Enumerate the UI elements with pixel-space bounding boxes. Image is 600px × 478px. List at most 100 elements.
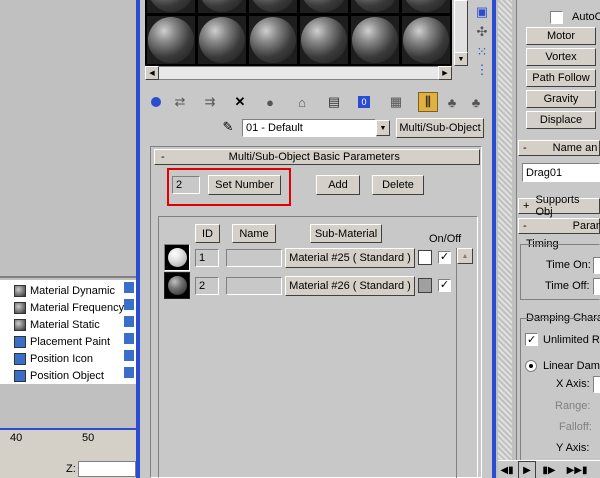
play-icon[interactable]: ▶ — [518, 461, 536, 478]
put-to-scene-icon[interactable]: ⇄ — [170, 92, 190, 112]
sample-slots[interactable] — [145, 0, 452, 66]
object-list[interactable]: Material Dynamic Material Frequency Mate… — [0, 280, 136, 384]
column-submaterial-header[interactable]: Sub-Material — [310, 224, 382, 243]
rollout-header[interactable]: - Multi/Sub-Object Basic Parameters — [154, 149, 480, 165]
add-button[interactable]: Add — [316, 175, 360, 195]
reset-icon[interactable]: ✕ — [230, 92, 250, 112]
video-check-icon[interactable]: ⋮ — [472, 60, 492, 80]
pick-material-icon[interactable]: ✎ — [218, 117, 238, 137]
auto-orient-label: AutoO — [572, 11, 600, 23]
backlight-icon[interactable]: ✣ — [472, 22, 492, 42]
sample-slot[interactable] — [146, 15, 196, 65]
column-name-header[interactable]: Name — [232, 224, 276, 243]
viewport[interactable] — [0, 0, 136, 278]
submaterial-preview[interactable] — [164, 244, 190, 271]
sphere-icon — [301, 0, 347, 12]
scroll-down-button[interactable]: ▼ — [454, 52, 468, 66]
make-unique-icon[interactable]: ⌂ — [292, 92, 312, 112]
supports-objects-rollout[interactable]: + Supports Obj — [518, 194, 600, 218]
parameters-rollout[interactable]: - Param — [518, 218, 600, 234]
next-frame-icon[interactable]: ▮▶ — [540, 461, 558, 478]
sample-slot[interactable] — [248, 15, 298, 65]
chevron-down-icon: ▼ — [379, 124, 387, 132]
list-item[interactable]: Material Frequency — [0, 299, 136, 316]
get-material-icon[interactable] — [146, 92, 166, 112]
linear-damping-label: Linear Damp — [543, 360, 600, 372]
previous-frame-icon[interactable]: ◀▮ — [498, 461, 516, 478]
vortex-button[interactable]: Vortex — [526, 48, 596, 66]
sample-slot[interactable] — [146, 0, 196, 14]
material-name-dropdown[interactable]: ▼ — [376, 120, 390, 136]
list-item[interactable]: Placement Paint — [0, 333, 136, 350]
list-item[interactable]: Position Icon — [0, 350, 136, 367]
submaterial-name-field[interactable] — [226, 277, 282, 295]
displace-button[interactable]: Displace — [526, 111, 596, 129]
put-to-library-icon[interactable]: ▤ — [324, 92, 344, 112]
submaterial-id-field[interactable]: 2 — [195, 277, 219, 295]
scroll-up-button[interactable]: ▲ — [457, 248, 473, 264]
rollout-toggle: - — [523, 142, 527, 154]
command-panel-scrollbar[interactable] — [498, 0, 512, 460]
copy-material-icon[interactable]: ● — [260, 92, 280, 112]
sample-slot[interactable] — [350, 0, 400, 14]
uv-tiling-icon[interactable]: ⁙ — [472, 42, 492, 62]
sphere-icon — [403, 0, 449, 12]
material-count-field[interactable]: 2 — [172, 176, 200, 194]
set-number-button[interactable]: Set Number — [208, 175, 281, 195]
column-id-header[interactable]: ID — [195, 224, 220, 243]
submaterial-swatch[interactable] — [418, 278, 432, 293]
submaterial-name-field[interactable] — [226, 249, 282, 267]
scroll-left-button[interactable]: ◀ — [145, 66, 159, 80]
submaterial-on-checkbox[interactable]: ✓ — [438, 279, 451, 292]
scroll-right-button[interactable]: ▶ — [438, 66, 452, 80]
list-item[interactable]: Position Object — [0, 367, 136, 384]
object-name-field[interactable]: Drag01 — [522, 163, 600, 182]
timeline-tick-40: 40 — [10, 432, 23, 444]
submaterial-button[interactable]: Material #25 ( Standard ) — [285, 248, 415, 268]
go-to-end-icon[interactable]: ▶▶▮ — [567, 461, 588, 478]
material-type-button[interactable]: Multi/Sub-Object — [396, 118, 484, 138]
rollout-title: Multi/Sub-Object Basic Parameters — [228, 151, 400, 163]
submaterial-on-checkbox[interactable]: ✓ — [438, 251, 451, 264]
go-to-parent-icon[interactable]: ♣ — [442, 92, 462, 112]
submaterial-list-scrollbar[interactable] — [456, 248, 474, 478]
sample-slot[interactable] — [350, 15, 400, 65]
z-coordinate-field[interactable] — [78, 461, 136, 477]
x-axis-field[interactable] — [593, 376, 600, 393]
assign-material-icon[interactable]: ⇉ — [200, 92, 220, 112]
material-id-icon[interactable]: 0 — [354, 92, 374, 112]
time-off-label: Time Off: — [545, 280, 590, 292]
sample-slot[interactable] — [299, 15, 349, 65]
linear-damping-radio[interactable] — [525, 360, 537, 372]
sample-slot[interactable] — [299, 0, 349, 14]
path-follow-button[interactable]: Path Follow — [526, 69, 596, 87]
slots-scrollbar-horizontal[interactable] — [145, 66, 452, 80]
auto-orient-checkbox[interactable] — [550, 11, 563, 24]
time-on-field[interactable] — [593, 257, 600, 274]
go-forward-sibling-icon[interactable]: ♣ — [466, 92, 486, 112]
delete-button[interactable]: Delete — [372, 175, 424, 195]
timeline-ruler[interactable]: 40 50 — [0, 430, 136, 460]
list-item[interactable]: Material Dynamic — [0, 282, 136, 299]
show-end-result-icon[interactable]: ⫼ — [418, 92, 438, 112]
viewport-lower — [0, 384, 136, 428]
sample-slot[interactable] — [197, 0, 247, 14]
background-icon[interactable]: ▣ — [472, 2, 492, 22]
submaterial-preview[interactable] — [164, 272, 190, 299]
sample-slot[interactable] — [401, 15, 451, 65]
sample-slot[interactable] — [197, 15, 247, 65]
submaterial-id-field[interactable]: 1 — [195, 249, 219, 267]
motor-button[interactable]: Motor — [526, 27, 596, 45]
sample-slot[interactable] — [401, 0, 451, 14]
name-color-rollout[interactable]: - Name an — [518, 140, 600, 156]
unlimited-range-label: Unlimited Ra — [543, 334, 600, 346]
icon-icon — [14, 352, 26, 365]
submaterial-swatch[interactable] — [418, 250, 432, 265]
list-item[interactable]: Material Static — [0, 316, 136, 333]
gravity-button[interactable]: Gravity — [526, 90, 596, 108]
submaterial-button[interactable]: Material #26 ( Standard ) — [285, 276, 415, 296]
show-map-icon[interactable]: ▦ — [386, 92, 406, 112]
material-name-field[interactable]: 01 - Default — [242, 119, 376, 137]
time-off-field[interactable] — [593, 278, 600, 295]
sample-slot[interactable] — [248, 0, 298, 14]
